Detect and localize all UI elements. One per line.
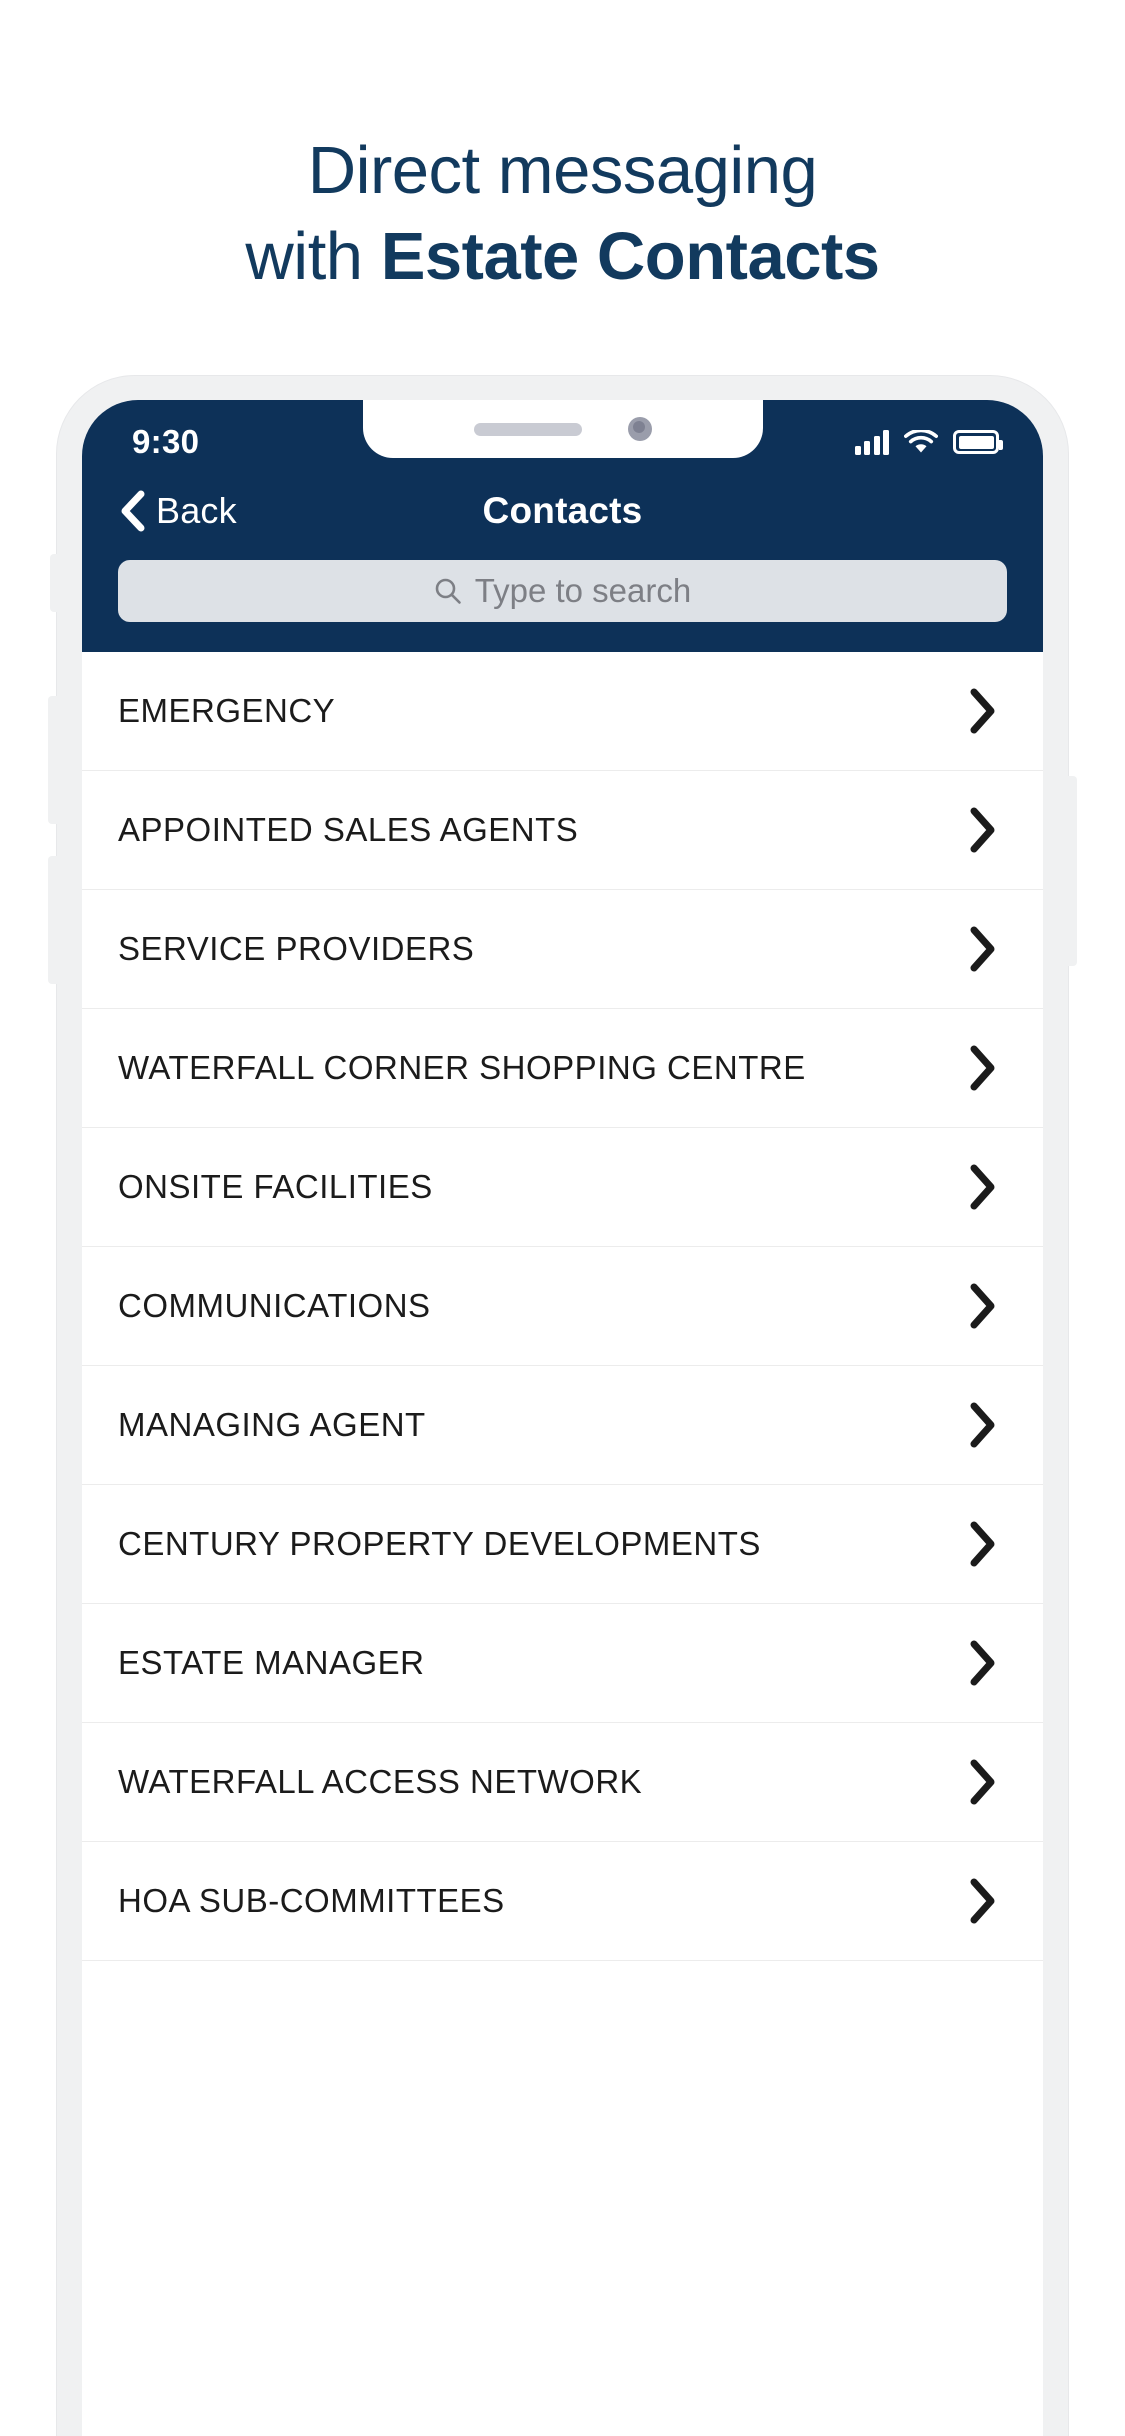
- contacts-list: EMERGENCY APPOINTED SALES AGENTS SERVICE P…: [82, 652, 1043, 1961]
- status-bar: 9:30: [82, 400, 1043, 472]
- phone-frame: 9:30 Back Contacts Type to search EMERGE…: [48, 376, 1077, 2436]
- list-item-label: CENTURY PROPERTY DEVELOPMENTS: [118, 1525, 761, 1562]
- search-icon: [434, 577, 462, 605]
- front-camera-icon: [627, 417, 652, 441]
- volume-up-button[interactable]: [48, 696, 62, 824]
- list-item-label: SERVICE PROVIDERS: [118, 930, 475, 967]
- list-item[interactable]: APPOINTED SALES AGENTS: [82, 771, 1043, 890]
- list-item-label: WATERFALL ACCESS NETWORK: [118, 1763, 643, 1800]
- headline-line-1: Direct messaging: [307, 133, 818, 208]
- list-item[interactable]: SERVICE PROVIDERS: [82, 890, 1043, 1009]
- list-item[interactable]: COMMUNICATIONS: [82, 1247, 1043, 1366]
- list-item[interactable]: EMERGENCY: [82, 652, 1043, 771]
- signal-bars-icon: [854, 429, 889, 455]
- back-button-label: Back: [156, 490, 237, 531]
- chevron-right-icon: [965, 925, 999, 973]
- list-item-label: WATERFALL CORNER SHOPPING CENTRE: [118, 1049, 806, 1086]
- back-button[interactable]: Back: [118, 489, 237, 533]
- chevron-right-icon: [965, 687, 999, 735]
- chevron-right-icon: [965, 1401, 999, 1449]
- navigation-bar: Back Contacts: [82, 472, 1043, 550]
- list-item[interactable]: ONSITE FACILITIES: [82, 1128, 1043, 1247]
- earpiece-speaker: [473, 422, 582, 436]
- status-bar-indicators: [854, 428, 1003, 455]
- battery-icon: [953, 430, 1003, 454]
- list-item[interactable]: WATERFALL CORNER SHOPPING CENTRE: [82, 1009, 1043, 1128]
- headline-line-2-bold: Estate Contacts: [380, 218, 880, 294]
- list-item-label: HOA SUB-COMMITTEES: [118, 1882, 505, 1919]
- headline-line-2: with Estate Contacts: [0, 214, 1125, 300]
- list-item-label: COMMUNICATIONS: [118, 1287, 431, 1324]
- list-item-label: ONSITE FACILITIES: [118, 1168, 433, 1205]
- volume-down-button[interactable]: [48, 856, 62, 984]
- list-item-label: EMERGENCY: [118, 692, 336, 729]
- search-bar-container: Type to search: [82, 550, 1043, 652]
- phone-notch: [362, 400, 763, 458]
- headline-line-2-light: with: [245, 218, 381, 294]
- list-item[interactable]: HOA SUB-COMMITTEES: [82, 1842, 1043, 1961]
- power-button[interactable]: [1063, 776, 1077, 966]
- list-item[interactable]: WATERFALL ACCESS NETWORK: [82, 1723, 1043, 1842]
- chevron-right-icon: [965, 1044, 999, 1092]
- chevron-right-icon: [965, 1282, 999, 1330]
- wifi-icon: [904, 428, 938, 455]
- search-input[interactable]: Type to search: [118, 560, 1007, 622]
- chevron-left-icon: [118, 489, 148, 533]
- notch-corner-right: [762, 400, 785, 422]
- chevron-right-icon: [965, 1877, 999, 1925]
- list-item[interactable]: CENTURY PROPERTY DEVELOPMENTS: [82, 1485, 1043, 1604]
- chevron-right-icon: [965, 1520, 999, 1568]
- app-store-screenshot: Direct messaging with Estate Contacts 9:…: [0, 0, 1125, 2436]
- list-item[interactable]: MANAGING AGENT: [82, 1366, 1043, 1485]
- list-item-label: MANAGING AGENT: [118, 1406, 426, 1443]
- chevron-right-icon: [965, 1758, 999, 1806]
- chevron-right-icon: [965, 1639, 999, 1687]
- list-item[interactable]: ESTATE MANAGER: [82, 1604, 1043, 1723]
- page-headline: Direct messaging with Estate Contacts: [0, 128, 1125, 300]
- search-placeholder: Type to search: [474, 572, 692, 609]
- chevron-right-icon: [965, 1163, 999, 1211]
- notch-corner-left: [340, 400, 363, 422]
- status-bar-time: 9:30: [132, 423, 200, 460]
- silent-switch-button[interactable]: [50, 554, 62, 612]
- phone-screen: 9:30 Back Contacts Type to search EMERGE…: [82, 400, 1043, 2436]
- list-item-label: ESTATE MANAGER: [118, 1644, 425, 1681]
- chevron-right-icon: [965, 806, 999, 854]
- list-item-label: APPOINTED SALES AGENTS: [118, 811, 579, 848]
